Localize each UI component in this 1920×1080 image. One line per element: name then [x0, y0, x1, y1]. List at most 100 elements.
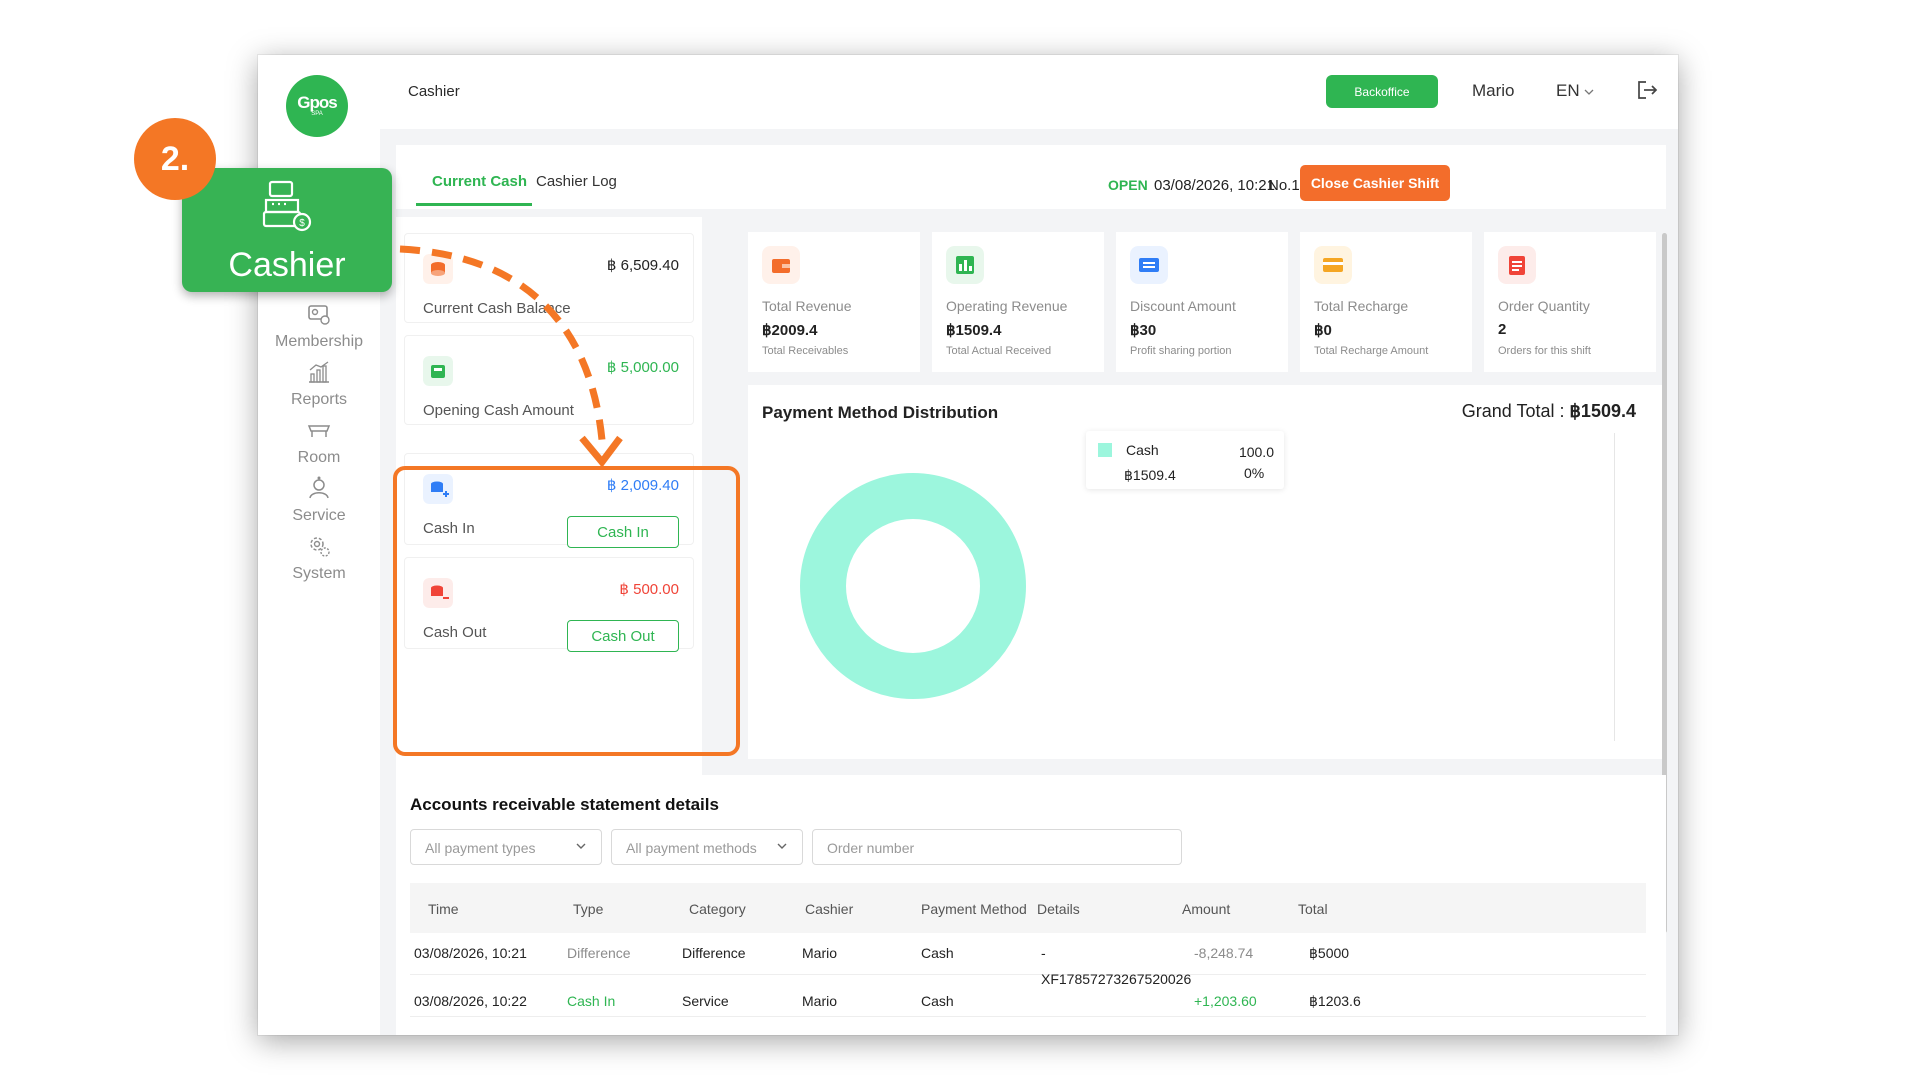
- legend-amount: ฿1509.4: [1124, 467, 1176, 483]
- order-quantity-card: Order Quantity 2 Orders for this shift: [1484, 232, 1656, 372]
- column-header: Total: [1298, 901, 1328, 917]
- stat-value: 2: [1498, 321, 1507, 338]
- cash-out-icon: [423, 578, 453, 608]
- stat-subtitle: Profit sharing portion: [1130, 345, 1232, 357]
- stat-value: ฿1509.4: [946, 322, 1002, 339]
- logout-icon[interactable]: [1634, 77, 1660, 103]
- sidebar-item-service[interactable]: Service: [258, 475, 380, 525]
- stat-subtitle: Total Receivables: [762, 345, 849, 357]
- donut-slice-cash[interactable]: [800, 473, 1026, 699]
- payment-method-select[interactable]: All payment methods: [611, 829, 803, 865]
- cash-in-button[interactable]: Cash In: [567, 516, 679, 548]
- legend-swatch: [1098, 443, 1112, 457]
- stat-title: Order Quantity: [1498, 298, 1590, 314]
- legend-series-name: Cash: [1126, 442, 1159, 458]
- divider: [1614, 433, 1615, 741]
- stat-value: ฿0: [1314, 322, 1332, 339]
- column-header: Type: [573, 901, 604, 917]
- cash-in-amount: ฿ 2,009.40: [606, 477, 679, 494]
- cell-total: ฿1203.6: [1309, 993, 1361, 1009]
- ticket-icon: [1130, 246, 1168, 284]
- cash-out-label: Cash Out: [423, 624, 487, 641]
- cell-time: 03/08/2026, 10:22: [414, 993, 527, 1009]
- chevron-down-icon: [777, 843, 787, 849]
- sidebar-item-label: Membership: [274, 333, 364, 350]
- order-number-placeholder: Order number: [827, 840, 915, 856]
- sidebar-item-order[interactable]: Order: [258, 243, 380, 293]
- cell-time: 03/08/2026, 10:21: [414, 945, 527, 961]
- sidebar-item-reports[interactable]: Reports: [258, 359, 380, 409]
- step-badge: 2.: [134, 118, 216, 200]
- chevron-down-icon: [1584, 89, 1594, 95]
- cash-summary-panel: ฿ 6,509.40 Current Cash Balance ฿ 5,000.…: [396, 217, 702, 775]
- cash-out-tile: ฿ 500.00 Cash Out Cash Out: [404, 557, 694, 652]
- top-bar: Cashier Backoffice Mario EN: [380, 55, 1678, 129]
- app-window: Gpos SPA Order Membership Reports Room S…: [258, 55, 1678, 1035]
- breadcrumb: Cashier: [408, 83, 460, 100]
- payment-type-value: All payment types: [425, 840, 536, 856]
- bar-chart-icon: [946, 246, 984, 284]
- sidebar-item-label: Order: [298, 275, 340, 292]
- table-row[interactable]: 03/08/2026, 10:22 Cash In Service Mario …: [410, 971, 1646, 1017]
- cash-out-button[interactable]: Cash Out: [567, 620, 679, 652]
- backoffice-button[interactable]: Backoffice: [1326, 75, 1438, 108]
- order-list-icon: [1498, 246, 1536, 284]
- cash-out-amount: ฿ 500.00: [619, 581, 679, 598]
- gear-icon: [310, 537, 330, 557]
- cell-amount: -8,248.74: [1194, 945, 1254, 961]
- current-cash-balance-amount: ฿ 6,509.40: [606, 257, 679, 274]
- cell-amount: +1,203.60: [1194, 993, 1257, 1009]
- language-selector[interactable]: EN: [1556, 81, 1594, 101]
- opening-cash-label: Opening Cash Amount: [423, 402, 574, 419]
- stat-title: Discount Amount: [1130, 298, 1236, 314]
- sidebar-item-label: Reports: [290, 391, 348, 408]
- language-label: EN: [1556, 81, 1580, 100]
- cashier-header-card: Current Cash Cashier Log OPEN 03/08/2026…: [396, 145, 1666, 209]
- total-revenue-card: Total Revenue ฿2009.4 Total Receivables: [748, 232, 920, 372]
- sidebar-item-system[interactable]: System: [258, 533, 380, 583]
- chevron-down-icon: [576, 843, 586, 849]
- shift-status-badge: OPEN: [1108, 177, 1148, 193]
- app-logo[interactable]: Gpos SPA: [286, 75, 348, 137]
- stat-subtitle: Total Recharge Amount: [1314, 345, 1429, 357]
- payment-method-value: All payment methods: [626, 840, 757, 856]
- sidebar: Gpos SPA Order Membership Reports Room S…: [258, 55, 380, 1035]
- stat-value: ฿30: [1130, 322, 1157, 339]
- cell-category: Service: [682, 993, 729, 1009]
- sidebar-item-membership[interactable]: Membership: [258, 301, 380, 351]
- cash-in-label: Cash In: [423, 520, 475, 537]
- close-cashier-shift-button[interactable]: Close Cashier Shift: [1300, 165, 1450, 201]
- sidebar-item-room[interactable]: Room: [258, 417, 380, 467]
- cell-cashier: Mario: [802, 993, 838, 1009]
- logo-text: Gpos: [297, 92, 337, 112]
- stat-subtitle: Total Actual Received: [946, 345, 1052, 357]
- table-row[interactable]: 03/08/2026, 10:21 Difference Difference …: [410, 933, 1646, 975]
- chart-icon: [309, 361, 329, 383]
- cell-type: Difference: [567, 945, 631, 961]
- grand-total: Grand Total : ฿1509.4: [1462, 401, 1636, 422]
- total-recharge-card: Total Recharge ฿0 Total Recharge Amount: [1300, 232, 1472, 372]
- cell-category: Difference: [682, 945, 746, 961]
- cell-type: Cash In: [567, 993, 616, 1009]
- tab-current-cash[interactable]: Current Cash: [432, 173, 527, 190]
- statement-title: Accounts receivable statement details: [410, 795, 719, 814]
- opening-cash-amount: ฿ 5,000.00: [606, 359, 679, 376]
- sidebar-item-label: Room: [297, 449, 341, 466]
- table-header: Time Type Category Cashier Payment Metho…: [410, 883, 1646, 933]
- order-number-input[interactable]: Order number: [812, 829, 1182, 865]
- current-cash-balance-label: Current Cash Balance: [423, 300, 571, 317]
- shift-number: No.1: [1268, 177, 1300, 194]
- current-cash-balance-tile: ฿ 6,509.40 Current Cash Balance: [404, 233, 694, 323]
- sidebar-item-label: Service: [292, 507, 346, 524]
- user-name[interactable]: Mario: [1472, 81, 1515, 101]
- coin-stack-icon: [423, 254, 453, 284]
- membership-card-icon: [308, 305, 330, 325]
- chart-legend: Cash 100.0 ฿1509.4 0%: [1086, 431, 1284, 489]
- cell-method: Cash: [921, 945, 954, 961]
- cell-total: ฿5000: [1309, 945, 1350, 961]
- cash-in-icon: [423, 474, 453, 504]
- payment-type-select[interactable]: All payment types: [410, 829, 602, 865]
- column-header: Details: [1037, 901, 1080, 917]
- sidebar-item-label: System: [292, 565, 346, 582]
- tab-cashier-log[interactable]: Cashier Log: [536, 173, 617, 190]
